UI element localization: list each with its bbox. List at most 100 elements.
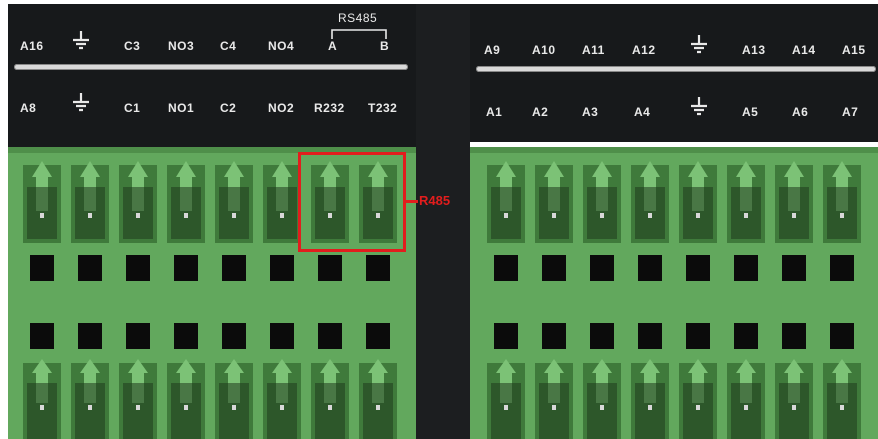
wire-hole bbox=[542, 255, 566, 281]
wire-hole bbox=[174, 255, 198, 281]
wire-hole bbox=[734, 323, 758, 349]
label-a14: A14 bbox=[792, 43, 816, 57]
ground-icon bbox=[688, 34, 710, 56]
callout-label: R485 bbox=[419, 193, 451, 208]
label-c2: C2 bbox=[220, 101, 237, 115]
screw-pin bbox=[232, 213, 236, 218]
socket-cavity bbox=[779, 383, 809, 439]
screw-pin bbox=[840, 213, 844, 218]
label-rs485-a: A bbox=[328, 39, 338, 53]
screw-pin bbox=[184, 213, 188, 218]
socket-cavity bbox=[539, 383, 569, 439]
label-a6: A6 bbox=[792, 105, 809, 119]
wire-hole bbox=[782, 323, 806, 349]
label-a4: A4 bbox=[634, 105, 651, 119]
socket-cavity bbox=[827, 383, 857, 439]
label-no1: NO1 bbox=[168, 101, 195, 115]
screw-pin bbox=[552, 213, 556, 218]
wire-hole bbox=[366, 255, 390, 281]
screw-pin bbox=[184, 405, 188, 410]
label-no2: NO2 bbox=[268, 101, 295, 115]
wire-hole bbox=[270, 323, 294, 349]
socket-cavity bbox=[731, 383, 761, 439]
socket-cavity bbox=[171, 383, 201, 439]
wire-hole bbox=[78, 255, 102, 281]
rs485-bracket bbox=[331, 29, 387, 39]
screw-pin bbox=[280, 405, 284, 410]
screw-pin bbox=[648, 213, 652, 218]
center-divider bbox=[416, 4, 470, 439]
label-a16: A16 bbox=[20, 39, 44, 53]
wire-hole bbox=[222, 255, 246, 281]
screw-pin bbox=[504, 405, 508, 410]
wire-hole bbox=[638, 323, 662, 349]
ground-icon bbox=[688, 96, 710, 118]
wire-hole bbox=[638, 255, 662, 281]
label-a7: A7 bbox=[842, 105, 859, 119]
label-rs485-b: B bbox=[380, 39, 390, 53]
label-a11: A11 bbox=[582, 43, 605, 57]
wire-hole bbox=[590, 323, 614, 349]
socket-cavity bbox=[315, 383, 345, 439]
screw-pin bbox=[600, 405, 604, 410]
screw-pin bbox=[40, 213, 44, 218]
screw-pin bbox=[840, 405, 844, 410]
wire-hole bbox=[542, 323, 566, 349]
socket-cavity bbox=[635, 383, 665, 439]
label-rail bbox=[14, 64, 408, 70]
label-a9: A9 bbox=[484, 43, 501, 57]
wire-hole bbox=[318, 255, 342, 281]
label-a10: A10 bbox=[532, 43, 556, 57]
callout-line bbox=[406, 200, 418, 203]
wire-hole bbox=[126, 255, 150, 281]
socket-cavity bbox=[219, 383, 249, 439]
wire-hole bbox=[222, 323, 246, 349]
rs485-highlight-box bbox=[298, 152, 406, 252]
wire-hole bbox=[830, 255, 854, 281]
socket-cavity bbox=[587, 383, 617, 439]
right-label-panel: A9 A10 A11 A12 A13 A14 A15 A1 A2 A3 A4 A… bbox=[470, 4, 878, 142]
screw-pin bbox=[696, 405, 700, 410]
ground-icon bbox=[70, 30, 92, 52]
wire-hole bbox=[366, 323, 390, 349]
block-edge bbox=[470, 147, 878, 153]
socket-cavity bbox=[491, 383, 521, 439]
wire-hole bbox=[270, 255, 294, 281]
socket-cavity bbox=[123, 383, 153, 439]
label-c1: C1 bbox=[124, 101, 141, 115]
label-a1: A1 bbox=[486, 105, 503, 119]
wire-hole bbox=[126, 323, 150, 349]
label-a8: A8 bbox=[20, 101, 37, 115]
wire-hole bbox=[494, 255, 518, 281]
wire-hole bbox=[590, 255, 614, 281]
label-rail bbox=[476, 66, 876, 72]
screw-pin bbox=[600, 213, 604, 218]
screw-pin bbox=[280, 213, 284, 218]
label-r232: R232 bbox=[314, 101, 345, 115]
screw-pin bbox=[648, 405, 652, 410]
wire-hole bbox=[78, 323, 102, 349]
screw-pin bbox=[552, 405, 556, 410]
socket-cavity bbox=[363, 383, 393, 439]
socket-cavity bbox=[267, 383, 297, 439]
screw-pin bbox=[696, 213, 700, 218]
left-label-panel: A16 C3 NO3 C4 NO4 A B RS485 A8 C1 NO1 C2… bbox=[8, 4, 416, 147]
label-a3: A3 bbox=[582, 105, 599, 119]
screw-pin bbox=[88, 213, 92, 218]
label-no4: NO4 bbox=[268, 39, 295, 53]
socket-cavity bbox=[27, 383, 57, 439]
screw-pin bbox=[136, 213, 140, 218]
socket-cavity bbox=[75, 383, 105, 439]
wire-hole bbox=[318, 323, 342, 349]
screw-pin bbox=[744, 213, 748, 218]
label-a12: A12 bbox=[632, 43, 656, 57]
screw-pin bbox=[376, 405, 380, 410]
wire-hole bbox=[30, 255, 54, 281]
wire-hole bbox=[782, 255, 806, 281]
label-a13: A13 bbox=[742, 43, 766, 57]
wire-hole bbox=[494, 323, 518, 349]
wire-hole bbox=[174, 323, 198, 349]
wire-hole bbox=[830, 323, 854, 349]
wire-hole bbox=[686, 255, 710, 281]
label-c4: C4 bbox=[220, 39, 237, 53]
